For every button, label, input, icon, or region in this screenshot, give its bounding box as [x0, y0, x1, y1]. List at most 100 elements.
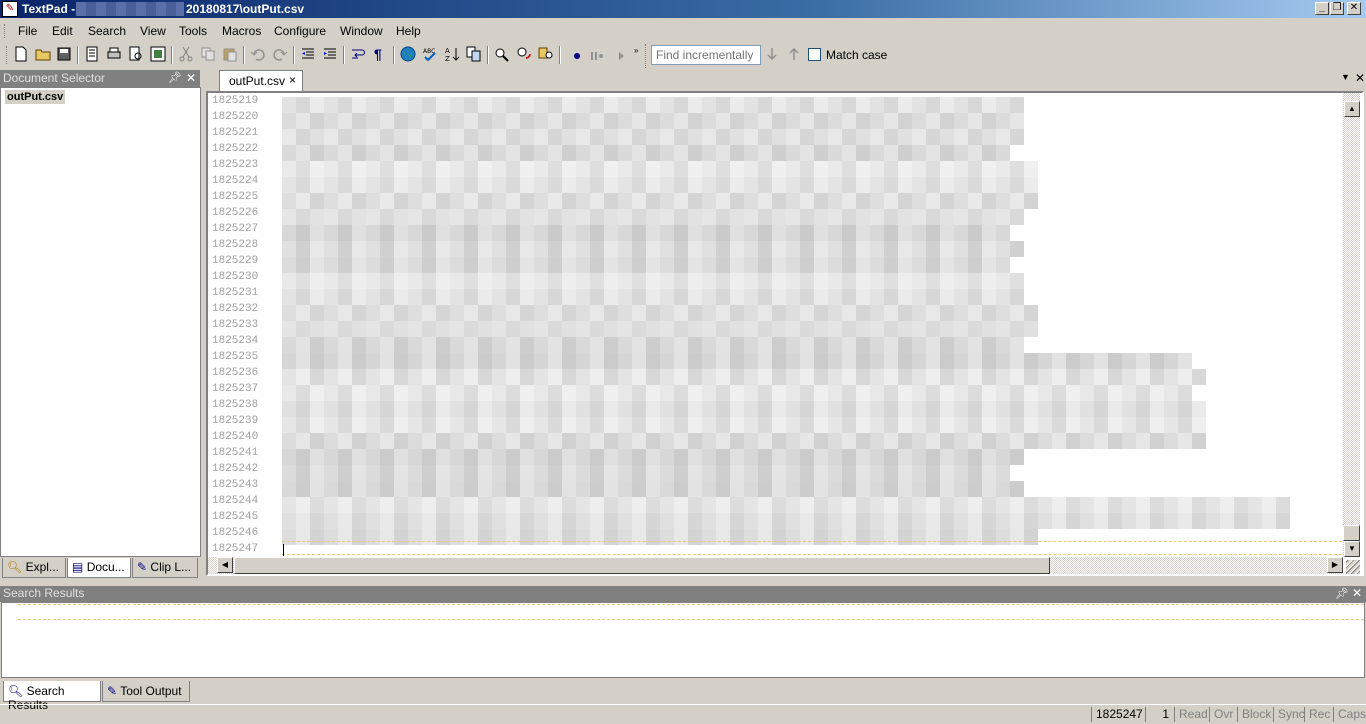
tab-list-dropdown-icon[interactable]: ▼: [1341, 72, 1350, 82]
restore-button[interactable]: ❐: [1330, 2, 1344, 15]
vertical-scroll-thumb[interactable]: [1343, 525, 1360, 541]
scroll-right-arrow-icon[interactable]: ▶: [1327, 557, 1343, 573]
pause-macro-icon[interactable]: [588, 46, 604, 62]
find-icon[interactable]: [494, 46, 510, 62]
line-number-gutter: 1825219 1825220 1825221 1825222 1825223 …: [208, 93, 268, 557]
redo-icon[interactable]: [272, 46, 288, 62]
toolbar-grip[interactable]: [6, 46, 9, 64]
find-incrementally-input[interactable]: [651, 45, 761, 65]
minimize-button[interactable]: _: [1315, 2, 1329, 15]
document-selector-close-icon[interactable]: ✕: [186, 71, 196, 85]
pin-icon[interactable]: 📌︎: [168, 71, 182, 84]
scroll-down-arrow-icon[interactable]: ▼: [1344, 541, 1360, 557]
tab-search-results[interactable]: 🔍︎ Search Results: [3, 681, 101, 712]
replace-icon[interactable]: [516, 46, 532, 62]
tab-explorer[interactable]: 🔍︎ Expl...: [2, 558, 66, 578]
status-sync-flag[interactable]: Sync: [1273, 707, 1305, 722]
menu-edit[interactable]: Edit: [52, 24, 73, 38]
redacted-text-line: [282, 289, 1024, 305]
save-all-icon[interactable]: [84, 46, 100, 62]
editor-tab-close-icon[interactable]: ×: [289, 73, 296, 87]
line-number: 1825242: [212, 463, 259, 475]
status-caps-flag[interactable]: Caps: [1333, 707, 1366, 722]
cut-icon[interactable]: [178, 46, 194, 62]
status-overwrite-flag[interactable]: Ovr: [1209, 707, 1237, 722]
line-number: 1825246: [212, 527, 259, 539]
redacted-path-segment: [76, 2, 184, 16]
line-number: 1825234: [212, 335, 259, 347]
compare-files-icon[interactable]: [466, 46, 482, 62]
close-button[interactable]: ✕: [1347, 2, 1361, 15]
document-list-item[interactable]: outPut.csv: [5, 90, 66, 104]
redacted-text-line: [282, 385, 1192, 401]
tab-tool-output[interactable]: ✎ Tool Output: [102, 681, 190, 702]
word-wrap-icon[interactable]: [350, 46, 366, 62]
redacted-text-line: [282, 177, 1038, 193]
page-setup-icon[interactable]: [150, 46, 166, 62]
line-number: 1825231: [212, 287, 259, 299]
search-results-current-line: [18, 604, 1364, 620]
scroll-left-arrow-icon[interactable]: ◀: [217, 557, 233, 573]
tab-clip-library[interactable]: ✎ Clip L...: [132, 558, 198, 578]
open-folder-icon[interactable]: [35, 46, 51, 62]
menu-tools[interactable]: Tools: [179, 24, 207, 38]
web-browser-icon[interactable]: [400, 46, 416, 62]
menubar-grip[interactable]: [4, 24, 7, 38]
scroll-up-arrow-icon[interactable]: ▲: [1344, 101, 1360, 117]
match-case-checkbox[interactable]: [808, 48, 821, 61]
print-icon[interactable]: [106, 46, 122, 62]
current-line-highlight: [282, 541, 1342, 555]
editor-text-area[interactable]: [282, 93, 1342, 557]
undo-icon[interactable]: [250, 46, 266, 62]
menu-window[interactable]: Window: [340, 24, 383, 38]
editor-tab-strip: [204, 70, 1366, 92]
redacted-text-line: [282, 161, 1038, 177]
line-number: 1825241: [212, 447, 259, 459]
menu-search[interactable]: Search: [88, 24, 126, 38]
decrease-indent-icon[interactable]: [300, 46, 316, 62]
search-results-pin-icon[interactable]: 📌︎: [1335, 587, 1349, 600]
line-number: 1825226: [212, 207, 259, 219]
menu-macros[interactable]: Macros: [222, 24, 261, 38]
menu-view[interactable]: View: [140, 24, 166, 38]
play-macro-icon[interactable]: [614, 46, 630, 62]
status-record-flag[interactable]: Rec: [1304, 707, 1333, 722]
increase-indent-icon[interactable]: [322, 46, 338, 62]
status-read-only-flag[interactable]: Read: [1174, 707, 1209, 722]
vertical-scrollbar[interactable]: [1343, 93, 1360, 557]
match-case-label: Match case: [826, 48, 888, 62]
tab-documents[interactable]: ▤ Docu...: [67, 558, 131, 578]
redacted-text-line: [282, 305, 1038, 321]
line-number: 1825228: [212, 239, 259, 251]
find-next-down-arrow-icon[interactable]: [764, 46, 780, 62]
menu-file[interactable]: File: [18, 24, 37, 38]
record-macro-icon[interactable]: [569, 46, 585, 62]
horizontal-scroll-thumb[interactable]: [234, 557, 1050, 574]
toolbar-overflow-chevron-icon[interactable]: »: [634, 46, 642, 66]
redacted-text-line: [282, 97, 1024, 113]
find-previous-up-arrow-icon[interactable]: [786, 46, 802, 62]
line-number: 1825239: [212, 415, 259, 427]
size-grip[interactable]: [1346, 560, 1360, 574]
status-block-flag[interactable]: Block: [1237, 707, 1273, 722]
visible-spaces-icon[interactable]: ¶: [374, 46, 390, 62]
redacted-text-line: [282, 129, 1024, 145]
textpad-app-icon[interactable]: ✎: [2, 1, 18, 17]
redacted-text-line: [282, 497, 1290, 513]
save-icon[interactable]: [56, 46, 72, 62]
redacted-text-line: [282, 337, 1024, 353]
sort-icon[interactable]: AZ: [444, 46, 460, 62]
line-number: 1825235: [212, 351, 259, 363]
paste-icon[interactable]: [222, 46, 238, 62]
find-in-files-icon[interactable]: [538, 46, 554, 62]
editor-close-icon[interactable]: ✕: [1355, 71, 1365, 85]
redacted-text-line: [282, 209, 1024, 225]
line-number: 1825221: [212, 127, 259, 139]
copy-icon[interactable]: [200, 46, 216, 62]
menu-help[interactable]: Help: [396, 24, 421, 38]
search-results-close-icon[interactable]: ✕: [1352, 586, 1362, 600]
spelling-check-icon[interactable]: ABC: [422, 46, 438, 62]
new-file-icon[interactable]: [13, 46, 29, 62]
menu-configure[interactable]: Configure: [274, 24, 326, 38]
print-preview-icon[interactable]: [128, 46, 144, 62]
